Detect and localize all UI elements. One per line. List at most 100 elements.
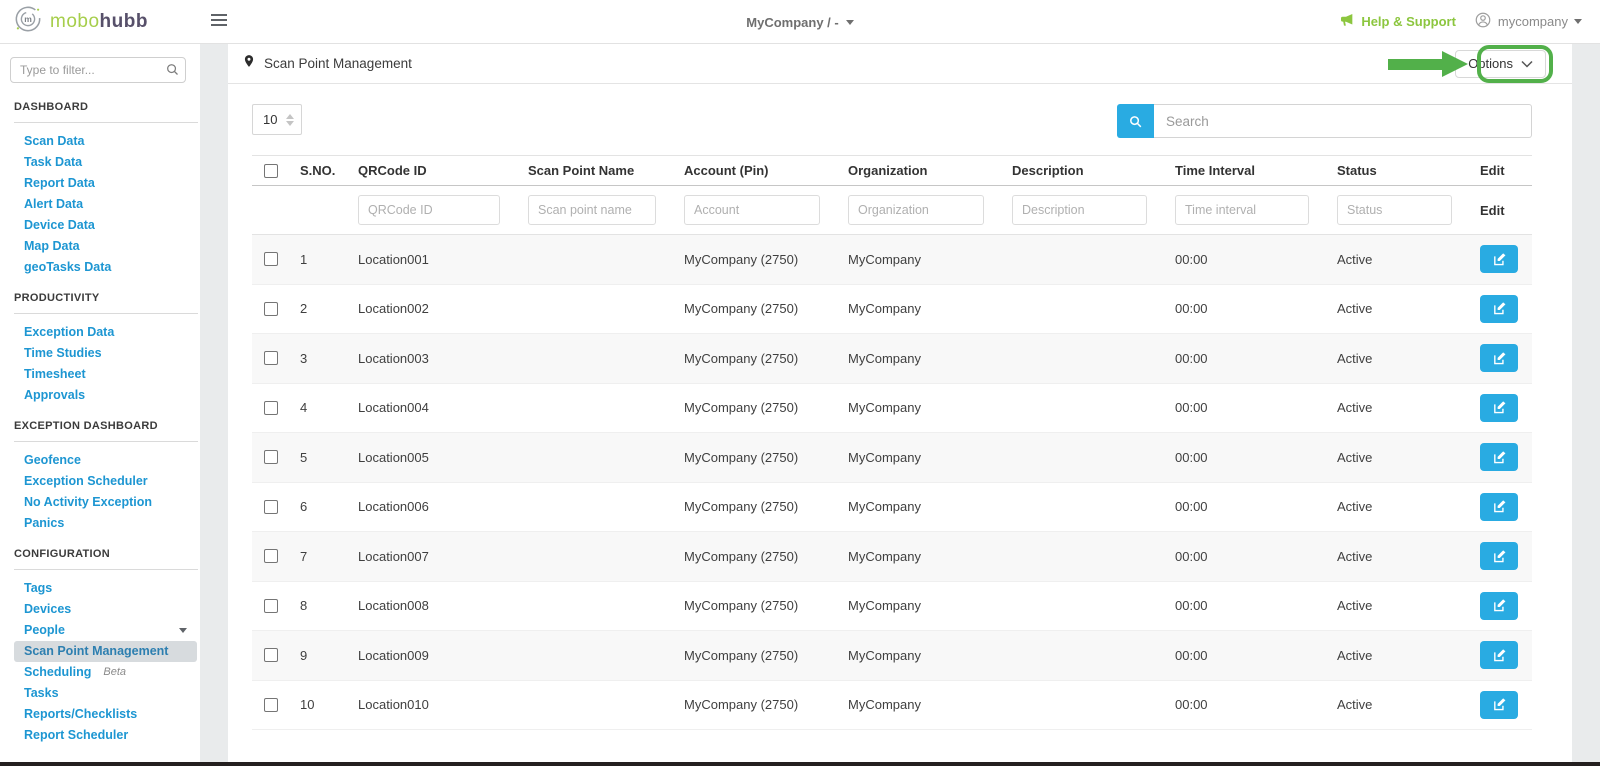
table-header-row: S.NO. QRCode ID Scan Point Name Account … <box>252 155 1532 186</box>
sidebar-item-scheduling[interactable]: SchedulingBeta <box>14 662 197 683</box>
sidebar-item-exception-data[interactable]: Exception Data <box>14 322 197 343</box>
cell-time-interval: 00:00 <box>1165 450 1327 465</box>
sidebar-item-scan-data[interactable]: Scan Data <box>14 131 197 152</box>
edit-button[interactable] <box>1480 245 1518 273</box>
filter-time-interval-input[interactable] <box>1175 195 1309 225</box>
sidebar-item-time-studies[interactable]: Time Studies <box>14 343 197 364</box>
sidebar-item-label: Report Data <box>24 177 95 190</box>
sidebar-filter-input[interactable] <box>10 57 186 83</box>
edit-button[interactable] <box>1480 295 1518 323</box>
table-row: 4Location004MyCompany (2750)MyCompany00:… <box>252 384 1532 434</box>
filter-account-input[interactable] <box>684 195 820 225</box>
edit-button[interactable] <box>1480 691 1518 719</box>
sidebar-item-label: Tags <box>24 582 52 595</box>
cell-status: Active <box>1327 301 1470 316</box>
account-menu[interactable]: mycompany <box>1474 11 1582 32</box>
column-header-status[interactable]: Status <box>1327 163 1470 178</box>
sidebar-item-map-data[interactable]: Map Data <box>14 236 197 257</box>
cell-time-interval: 00:00 <box>1165 697 1327 712</box>
filter-qrcode-input[interactable] <box>358 195 500 225</box>
row-checkbox[interactable] <box>264 401 278 415</box>
filter-scan-point-name-input[interactable] <box>528 195 656 225</box>
help-support-link[interactable]: Help & Support <box>1339 12 1456 31</box>
divider <box>14 122 198 123</box>
sidebar-item-exception-scheduler[interactable]: Exception Scheduler <box>14 471 197 492</box>
sidebar-item-tags[interactable]: Tags <box>14 578 197 599</box>
divider <box>14 313 198 314</box>
row-checkbox[interactable] <box>264 500 278 514</box>
options-button[interactable]: Options <box>1455 50 1546 78</box>
column-header-description[interactable]: Description <box>1002 163 1165 178</box>
row-checkbox[interactable] <box>264 599 278 613</box>
select-all-checkbox[interactable] <box>264 164 278 178</box>
sidebar-item-no-activity-exception[interactable]: No Activity Exception <box>14 492 197 513</box>
logo-icon: m <box>14 5 42 38</box>
sidebar-item-alert-data[interactable]: Alert Data <box>14 194 197 215</box>
cell-sno: 9 <box>290 648 348 663</box>
edit-button[interactable] <box>1480 394 1518 422</box>
sidebar-item-label: Reports/Checklists <box>24 708 137 721</box>
spinner-arrows-icon <box>286 114 294 126</box>
row-checkbox[interactable] <box>264 450 278 464</box>
column-header-account[interactable]: Account (Pin) <box>674 163 838 178</box>
sidebar-item-tasks[interactable]: Tasks <box>14 683 197 704</box>
filter-status-input[interactable] <box>1337 195 1452 225</box>
sidebar-item-panics[interactable]: Panics <box>14 513 197 534</box>
sidebar-item-scan-point-management[interactable]: Scan Point Management <box>14 641 197 662</box>
sidebar-item-label: Panics <box>24 517 64 530</box>
row-checkbox[interactable] <box>264 302 278 316</box>
table-row: 5Location005MyCompany (2750)MyCompany00:… <box>252 433 1532 483</box>
filter-description-input[interactable] <box>1012 195 1147 225</box>
row-checkbox[interactable] <box>264 252 278 266</box>
row-checkbox[interactable] <box>264 698 278 712</box>
sidebar-item-approvals[interactable]: Approvals <box>14 385 197 406</box>
cell-organization: MyCompany <box>838 648 1002 663</box>
search-button[interactable] <box>1117 104 1154 138</box>
column-header-sno[interactable]: S.NO. <box>290 163 348 178</box>
page-size-selector[interactable]: 10 <box>252 104 302 135</box>
cell-time-interval: 00:00 <box>1165 252 1327 267</box>
edit-button[interactable] <box>1480 542 1518 570</box>
sidebar-item-report-scheduler[interactable]: Report Scheduler <box>14 725 197 746</box>
edit-pencil-icon <box>1492 499 1507 514</box>
column-header-organization[interactable]: Organization <box>838 163 1002 178</box>
sidebar-item-devices[interactable]: Devices <box>14 599 197 620</box>
menu-toggle-icon[interactable] <box>211 14 227 29</box>
table-search-input[interactable] <box>1154 104 1532 138</box>
top-header: m mobohubb MyCompany / - Help & Support … <box>0 0 1600 44</box>
divider <box>14 441 198 442</box>
sidebar-item-label: geoTasks Data <box>24 261 111 274</box>
cell-account-pin: MyCompany (2750) <box>674 697 838 712</box>
edit-button[interactable] <box>1480 344 1518 372</box>
column-header-qrcode[interactable]: QRCode ID <box>348 163 518 178</box>
row-checkbox[interactable] <box>264 648 278 662</box>
edit-button[interactable] <box>1480 592 1518 620</box>
row-checkbox[interactable] <box>264 351 278 365</box>
filter-edit-label: Edit <box>1480 203 1505 218</box>
edit-pencil-icon <box>1492 252 1507 267</box>
caret-down-icon <box>179 628 187 633</box>
edit-pencil-icon <box>1492 301 1507 316</box>
sidebar-item-device-data[interactable]: Device Data <box>14 215 197 236</box>
column-header-scan-point-name[interactable]: Scan Point Name <box>518 163 674 178</box>
sidebar-item-reports-checklists[interactable]: Reports/Checklists <box>14 704 197 725</box>
cell-organization: MyCompany <box>838 400 1002 415</box>
sidebar-item-geotasks-data[interactable]: geoTasks Data <box>14 257 197 278</box>
edit-button[interactable] <box>1480 493 1518 521</box>
sidebar-item-people[interactable]: People <box>14 620 197 641</box>
beta-badge: Beta <box>103 666 126 679</box>
cell-time-interval: 00:00 <box>1165 648 1327 663</box>
sidebar-item-timesheet[interactable]: Timesheet <box>14 364 197 385</box>
column-header-time-interval[interactable]: Time Interval <box>1165 163 1327 178</box>
sidebar-item-task-data[interactable]: Task Data <box>14 152 197 173</box>
company-selector[interactable]: MyCompany / - <box>746 15 853 30</box>
chevron-down-icon <box>1521 60 1533 68</box>
table-row: 1Location001MyCompany (2750)MyCompany00:… <box>252 235 1532 285</box>
sidebar-item-report-data[interactable]: Report Data <box>14 173 197 194</box>
row-checkbox[interactable] <box>264 549 278 563</box>
sidebar-item-geofence[interactable]: Geofence <box>14 450 197 471</box>
edit-button[interactable] <box>1480 641 1518 669</box>
logo-text: mobohubb <box>50 11 148 33</box>
edit-button[interactable] <box>1480 443 1518 471</box>
filter-organization-input[interactable] <box>848 195 984 225</box>
